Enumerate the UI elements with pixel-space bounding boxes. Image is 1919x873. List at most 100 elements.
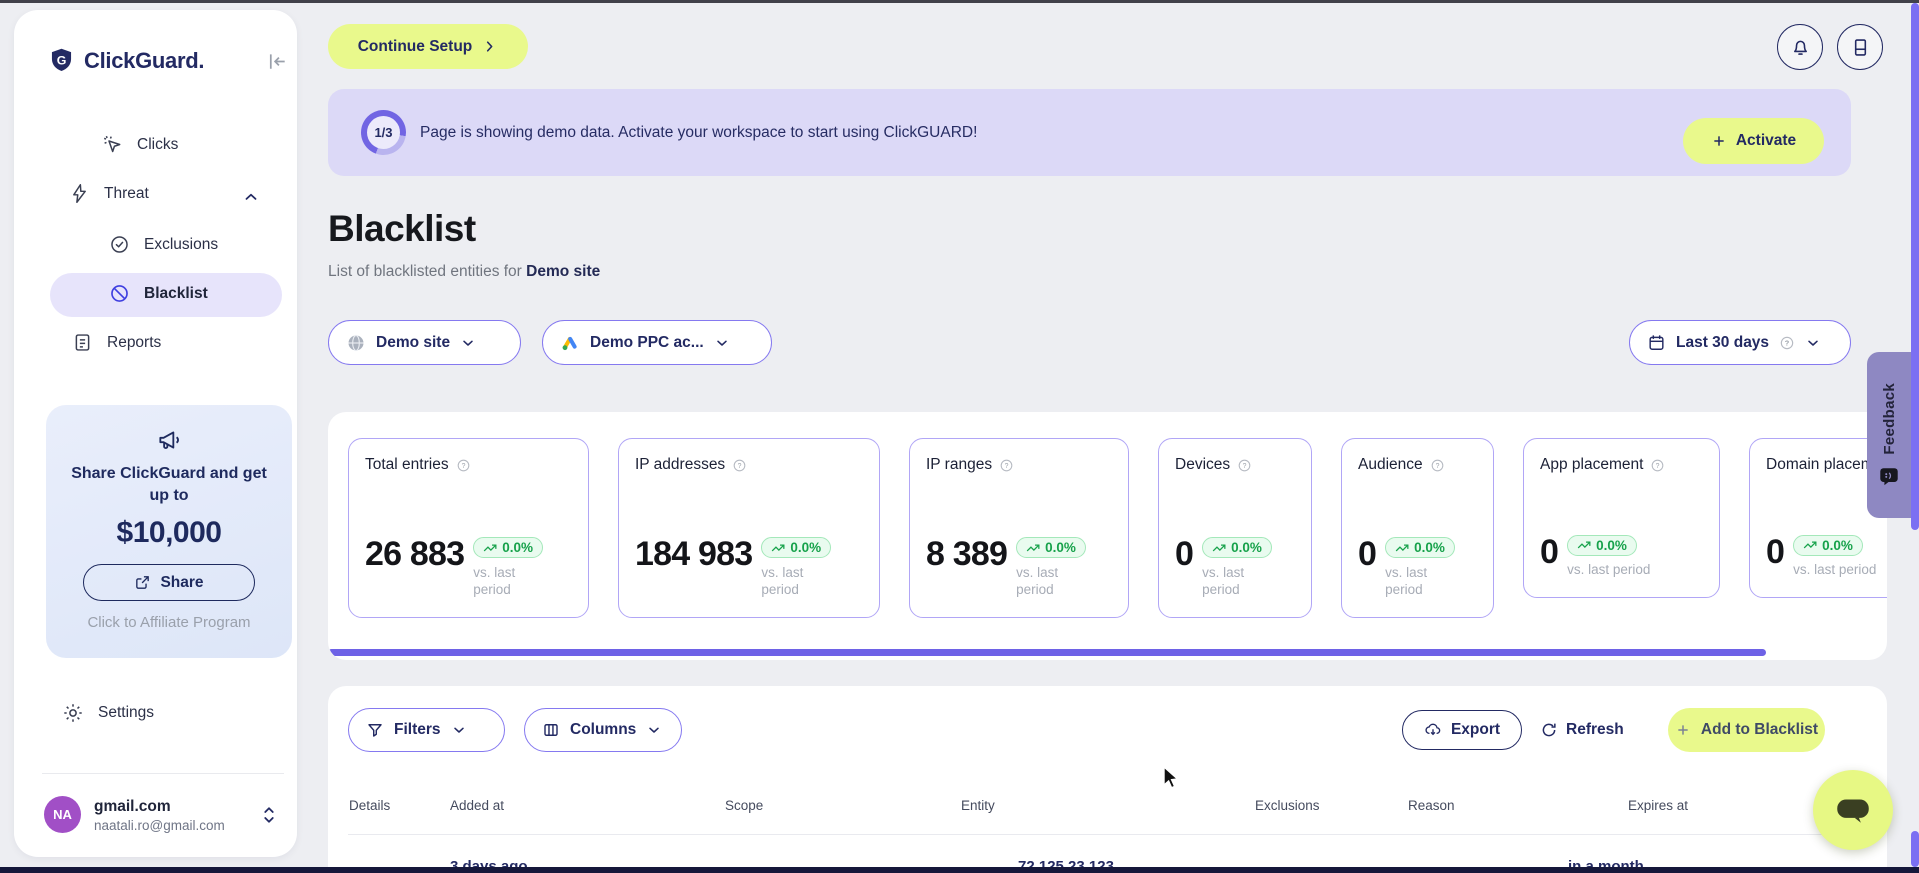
continue-setup-button[interactable]: Continue Setup bbox=[328, 24, 528, 69]
stat-card-total-entries: Total entries ? 26 883 0.0% vs. last per… bbox=[348, 438, 589, 618]
svg-text:?: ? bbox=[1435, 463, 1439, 470]
stat-value: 0 bbox=[1540, 532, 1559, 571]
vertical-scrollbar-thumb[interactable] bbox=[1911, 3, 1919, 530]
affiliate-program-link[interactable]: Click to Affiliate Program bbox=[87, 614, 250, 631]
table-header-divider bbox=[348, 834, 1867, 835]
sidebar-item-clicks[interactable]: Clicks bbox=[102, 134, 178, 155]
help-icon[interactable]: ? bbox=[1650, 458, 1665, 473]
trending-up-icon bbox=[1026, 544, 1040, 552]
sidebar-item-settings[interactable]: Settings bbox=[62, 702, 154, 724]
sidebar-item-label: Threat bbox=[104, 184, 149, 202]
stat-vs-label: vs. last period bbox=[761, 564, 804, 598]
column-header-details: Details bbox=[349, 798, 391, 813]
horizontal-scrollbar-thumb[interactable] bbox=[328, 649, 1766, 656]
help-icon[interactable]: ? bbox=[1779, 335, 1795, 351]
site-selector-value: Demo site bbox=[376, 333, 451, 351]
stat-cards-row: Total entries ? 26 883 0.0% vs. last per… bbox=[348, 438, 1887, 618]
stat-card-devices: Devices ? 0 0.0% vs. last period bbox=[1158, 438, 1312, 618]
plus-icon bbox=[1714, 136, 1724, 146]
stat-delta: 0.0% bbox=[1045, 540, 1076, 556]
stats-panel: Total entries ? 26 883 0.0% vs. last per… bbox=[328, 412, 1887, 660]
columns-icon bbox=[544, 724, 558, 736]
share-button-label: Share bbox=[160, 573, 204, 591]
stat-label: App placement bbox=[1540, 456, 1644, 473]
sidebar-item-label: Exclusions bbox=[144, 235, 219, 253]
sidebar-item-exclusions[interactable]: Exclusions bbox=[109, 234, 218, 255]
help-icon[interactable]: ? bbox=[1237, 458, 1252, 473]
stat-delta: 0.0% bbox=[1822, 537, 1853, 553]
badge-check-icon bbox=[111, 236, 128, 253]
stat-value: 0 bbox=[1766, 532, 1785, 571]
date-range-value: Last 30 days bbox=[1676, 333, 1770, 351]
sidebar-item-blacklist[interactable]: Blacklist bbox=[109, 283, 208, 304]
threat-collapse-chevron[interactable] bbox=[242, 188, 260, 206]
stat-card-ip-ranges: IP ranges ? 8 389 0.0% vs. last period bbox=[909, 438, 1129, 618]
stat-vs-label: vs. last period bbox=[1202, 564, 1245, 598]
chevron-down-icon bbox=[649, 727, 660, 733]
chevron-up-down-icon bbox=[264, 807, 274, 823]
svg-text:?: ? bbox=[738, 463, 742, 470]
columns-button[interactable]: Columns bbox=[524, 708, 682, 752]
export-button[interactable]: Export bbox=[1402, 710, 1522, 750]
sidebar-item-label: Clicks bbox=[137, 135, 179, 153]
stat-delta: 0.0% bbox=[1414, 540, 1445, 556]
add-to-blacklist-button[interactable]: Add to Blacklist bbox=[1668, 708, 1825, 752]
stat-vs-label: vs. last period bbox=[1385, 564, 1428, 598]
stat-label: Audience bbox=[1358, 456, 1423, 473]
stat-value: 8 389 bbox=[926, 535, 1008, 574]
export-label: Export bbox=[1450, 721, 1501, 738]
chevron-up-icon bbox=[245, 193, 257, 200]
help-icon[interactable]: ? bbox=[1430, 458, 1445, 473]
collapse-sidebar-icon bbox=[269, 54, 285, 69]
document-icon bbox=[75, 334, 90, 351]
google-ads-icon bbox=[562, 336, 577, 350]
stat-label: IP addresses bbox=[635, 456, 726, 473]
divider bbox=[42, 773, 284, 774]
help-icon[interactable]: ? bbox=[732, 458, 747, 473]
refresh-button[interactable]: Refresh bbox=[1540, 710, 1624, 750]
affiliate-promo-card[interactable]: Share ClickGuard and get up to $10,000 S… bbox=[46, 405, 292, 658]
notifications-button[interactable] bbox=[1777, 24, 1823, 70]
banner-message: Page is showing demo data. Activate your… bbox=[420, 124, 978, 141]
help-icon[interactable]: ? bbox=[999, 458, 1014, 473]
plus-icon bbox=[1678, 725, 1688, 735]
docs-button[interactable] bbox=[1837, 24, 1883, 70]
stat-vs-label: vs. last period bbox=[1567, 562, 1651, 578]
page-subtitle: List of blacklisted entities for Demo si… bbox=[328, 263, 600, 281]
trending-up-icon bbox=[1577, 541, 1591, 549]
trending-up-icon bbox=[772, 544, 785, 552]
share-button[interactable]: Share bbox=[83, 564, 255, 602]
sidebar-item-reports[interactable]: Reports bbox=[72, 332, 161, 353]
subtitle-site-name: Demo site bbox=[526, 263, 601, 280]
vertical-scrollbar-segment[interactable] bbox=[1911, 831, 1919, 867]
chat-widget-button[interactable] bbox=[1813, 770, 1893, 850]
refresh-icon bbox=[1542, 723, 1556, 737]
date-range-selector[interactable]: Last 30 days ? bbox=[1629, 320, 1851, 365]
chevron-down-icon bbox=[1808, 340, 1818, 346]
cloud-download-icon bbox=[1425, 723, 1441, 736]
filters-button[interactable]: Filters bbox=[348, 708, 505, 752]
chevron-down-icon bbox=[463, 340, 473, 346]
chat-bubble-icon bbox=[1837, 799, 1869, 823]
external-link-icon bbox=[136, 576, 150, 590]
feedback-chat-icon bbox=[1880, 468, 1898, 485]
chevron-down-icon bbox=[453, 727, 464, 733]
site-selector[interactable]: Demo site bbox=[328, 320, 521, 365]
feedback-tab[interactable]: Feedback bbox=[1867, 352, 1911, 518]
stat-value: 0 bbox=[1175, 535, 1194, 574]
ppc-account-value: Demo PPC ac... bbox=[590, 333, 704, 351]
activate-button[interactable]: Activate bbox=[1683, 118, 1824, 164]
svg-text:?: ? bbox=[461, 463, 465, 470]
column-header-exclusions: Exclusions bbox=[1255, 798, 1320, 813]
cursor-click-icon bbox=[103, 135, 121, 153]
stat-vs-label: vs. last period bbox=[1016, 564, 1059, 598]
stat-delta: 0.0% bbox=[790, 540, 822, 556]
gear-icon bbox=[64, 704, 82, 722]
window-bottom-edge bbox=[0, 867, 1919, 873]
help-icon[interactable]: ? bbox=[456, 458, 471, 473]
sidebar-collapse-button[interactable] bbox=[266, 50, 289, 73]
ppc-account-selector[interactable]: Demo PPC ac... bbox=[542, 320, 772, 365]
svg-text:?: ? bbox=[1656, 463, 1660, 470]
account-switcher[interactable] bbox=[260, 804, 278, 826]
sidebar-item-threat[interactable]: Threat bbox=[69, 183, 149, 204]
